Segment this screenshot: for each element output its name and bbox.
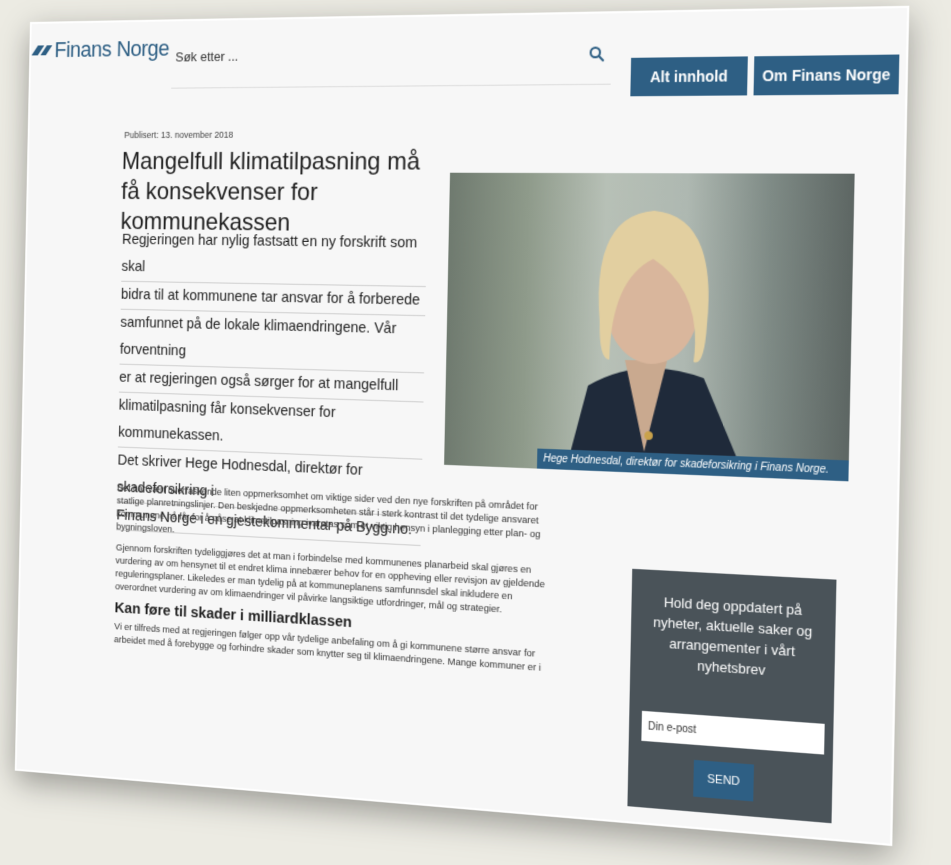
search-bar [171,36,612,89]
lead-line: Regjeringen har nylig fastsatt en ny for… [121,226,427,288]
finans-norge-logo[interactable]: Finans Norge [35,35,170,63]
nav-button-om-finans-norge[interactable]: Om Finans Norge [753,54,900,96]
newsletter-box: Hold deg oppdatert på nyheter, aktuelle … [627,568,837,824]
email-field[interactable] [641,710,825,755]
lead-line: samfunnet på de lokale klimaendringene. … [119,309,426,374]
search-input[interactable] [171,37,550,71]
logo-mark-icon [35,43,51,57]
article-photo: Hege Hodnesdal, direktør for skadeforsik… [444,172,855,482]
newsletter-text: Hold deg oppdatert på nyheter, aktuelle … [652,594,813,679]
send-button[interactable]: SEND [693,759,754,802]
screenshot-stage: Finans Norge Alt innhold Om Finans Norge… [0,0,951,865]
published-date: Publisert: 13. november 2018 [124,129,234,141]
web-page: Finans Norge Alt innhold Om Finans Norge… [14,5,910,847]
search-icon[interactable] [588,45,605,62]
logo-text: Finans Norge [54,35,170,63]
article-body: Det har vært overraskende liten oppmerks… [114,481,548,683]
nav-button-alt-innhold[interactable]: Alt innhold [630,56,748,97]
portrait-image [565,210,747,478]
